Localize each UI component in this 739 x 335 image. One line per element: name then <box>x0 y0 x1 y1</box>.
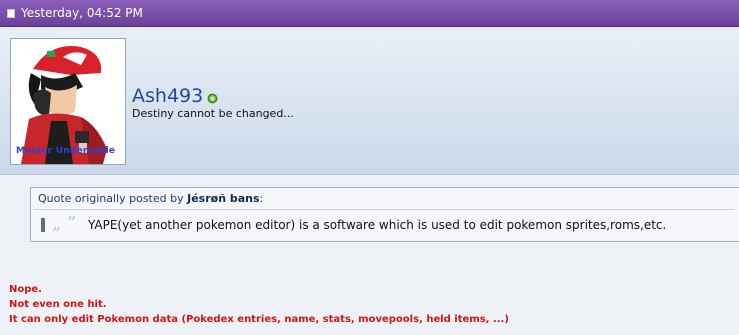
quote-block: Quote originally posted by Jésrøñ bans: … <box>30 187 739 242</box>
quote-author: Jésrøñ bans <box>187 192 260 205</box>
online-status-icon <box>207 93 218 104</box>
reply-line: It can only edit Pokemon data (Pokedex e… <box>9 314 509 325</box>
user-title: Destiny cannot be changed... <box>132 107 294 120</box>
quote-bar-icon <box>41 218 45 232</box>
quote-marks-icon: „ ” <box>52 213 77 234</box>
avatar-caption: Master Undeniable <box>16 146 116 156</box>
quote-prefix: Quote originally posted by <box>38 192 184 205</box>
quote-header: Quote originally posted by Jésrøñ bans: <box>38 192 263 205</box>
avatar[interactable]: Master Undeniable <box>10 38 126 165</box>
post-content: Quote originally posted by Jésrøñ bans: … <box>0 175 739 335</box>
username-link[interactable]: Ash493 <box>132 85 203 107</box>
reply-line: Nope. <box>9 284 42 295</box>
quote-divider <box>34 209 734 210</box>
post-icon <box>7 9 15 18</box>
reply-text: Nope. Not even one hit. It can only edit… <box>9 282 509 327</box>
post-header: Yesterday, 04:52 PM <box>0 0 739 27</box>
quote-suffix: : <box>259 192 264 205</box>
post-date: Yesterday, 04:52 PM <box>21 6 143 20</box>
reply-line: Not even one hit. <box>9 299 107 310</box>
quote-text: YAPE(yet another pokemon editor) is a so… <box>88 218 667 232</box>
user-info-panel: Master Undeniable Ash493 Destiny cannot … <box>0 27 739 175</box>
